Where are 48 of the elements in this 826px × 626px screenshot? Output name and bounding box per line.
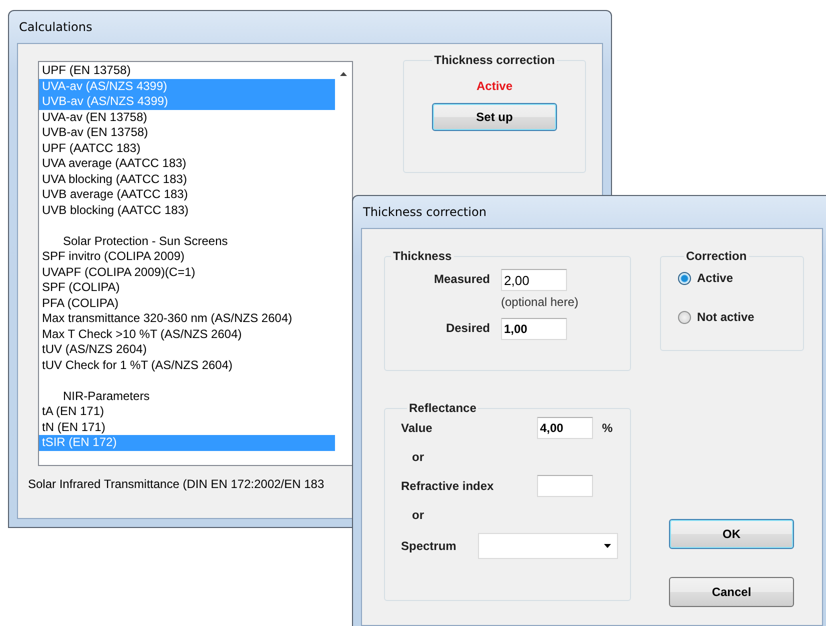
list-item[interactable]: UVAPF (COLIPA 2009)(C=1) [39, 264, 335, 280]
window-title: Calculations [18, 20, 92, 34]
cancel-button[interactable]: Cancel [669, 577, 794, 607]
group-title: Reflectance [408, 401, 478, 415]
ok-button[interactable]: OK [669, 519, 794, 549]
description-text: Solar Infrared Transmittance (DIN EN 172:2002/EN 183 [28, 477, 326, 491]
refractive-index-field[interactable] [537, 475, 593, 497]
field-label: Desired [444, 320, 490, 337]
list-section-header: Solar Protection - Sun Screens [62, 234, 229, 249]
list-item[interactable]: SPF (COLIPA) [39, 280, 335, 296]
list-item[interactable]: Max T Check >10 %T (AS/NZS 2604) [39, 326, 335, 342]
reflectance-field[interactable]: 4,00 [537, 417, 593, 439]
list-item[interactable]: PFA (COLIPA) [39, 296, 335, 311]
field-label: Measured [432, 271, 490, 288]
list-item[interactable]: SPF invitro (COLIPA 2009) [39, 249, 335, 264]
or-label: or [412, 450, 425, 464]
field-label: Refractive index [401, 479, 495, 493]
dropdown-arrow-icon[interactable] [604, 544, 611, 548]
list-item[interactable]: UVA-av (EN 13758) [39, 110, 335, 125]
scroll-up-icon[interactable] [340, 72, 347, 76]
list-item[interactable]: UVB blocking (AATCC 183) [39, 202, 335, 218]
status-text: Active [476, 79, 513, 93]
field-label: Spectrum [401, 539, 458, 553]
list-item[interactable]: tUV Check for 1 %T (AS/NZS 2604) [39, 358, 335, 373]
window-title: Thickness correction [362, 205, 486, 219]
list-item[interactable]: Max transmittance 320-360 nm (AS/NZS 2604) [39, 311, 335, 326]
group-title: Thickness correction [433, 53, 556, 67]
list-item[interactable]: UVA blocking (AATCC 183) [39, 172, 335, 187]
list-item[interactable]: UVB-av (EN 13758) [39, 125, 335, 140]
list-item[interactable]: tUV (AS/NZS 2604) [39, 342, 335, 358]
list-item[interactable]: UPF (EN 13758) [39, 63, 335, 78]
list-item[interactable]: UVA average (AATCC 183) [39, 156, 335, 172]
desired-field[interactable]: 1,00 [501, 318, 567, 340]
setup-button[interactable]: Set up [432, 103, 557, 131]
radio-option[interactable]: Not active [678, 310, 803, 324]
radio-option[interactable]: Active [678, 271, 803, 285]
measured-field[interactable]: 2,00 [501, 269, 567, 291]
group-title: Correction [685, 249, 748, 263]
field-label: Value [401, 421, 434, 435]
list-item[interactable]: UPF (AATCC 183) [39, 140, 335, 156]
hint-text: (optional here) [501, 294, 578, 311]
list-item[interactable]: tA (EN 171) [39, 404, 335, 420]
list-item[interactable]: tN (EN 171) [39, 420, 335, 435]
or-label: or [412, 508, 425, 522]
unit-label: % [602, 421, 613, 435]
list-section-header: NIR-Parameters [62, 388, 151, 404]
group-title: Thickness [392, 249, 453, 263]
list-item[interactable]: UVB average (AATCC 183) [39, 187, 335, 202]
